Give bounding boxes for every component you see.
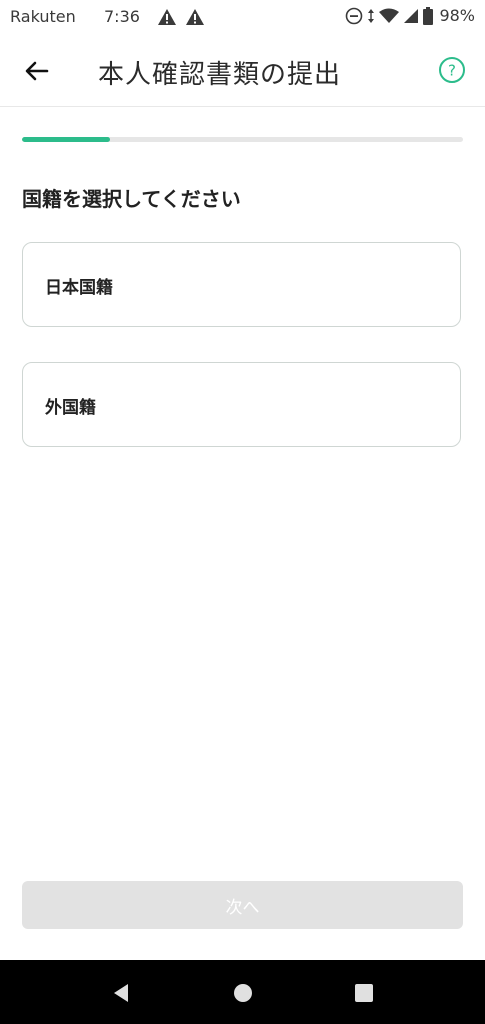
svg-text:?: ? xyxy=(448,62,456,80)
data-arrows-icon xyxy=(367,7,375,25)
page-title: 本人確認書類の提出 xyxy=(98,60,342,90)
battery-percent: 98% xyxy=(439,6,475,25)
do-not-disturb-icon xyxy=(345,7,363,25)
question-circle-icon: ? xyxy=(438,57,466,88)
battery-icon xyxy=(423,6,434,25)
status-bar: Rakuten 7:36 98% xyxy=(0,0,485,34)
carrier-name: Rakuten xyxy=(10,7,76,26)
nav-home-icon[interactable] xyxy=(232,982,254,1008)
nav-recents-icon[interactable] xyxy=(353,982,375,1008)
option-label: 外国籍 xyxy=(45,398,96,418)
warning-icon xyxy=(157,8,177,30)
status-icons: 98% xyxy=(345,6,475,25)
wifi-icon xyxy=(379,8,400,24)
warning-icon xyxy=(185,8,205,30)
app-bar: 本人確認書類の提出 ? xyxy=(0,34,485,107)
cell-signal-icon xyxy=(403,8,419,24)
nationality-prompt: 国籍を選択してください xyxy=(22,187,241,211)
nav-back-icon[interactable] xyxy=(110,982,132,1008)
back-button[interactable] xyxy=(20,54,54,88)
progress-bar xyxy=(22,137,463,142)
status-time: 7:36 xyxy=(104,7,140,26)
progress-fill xyxy=(22,137,111,142)
arrow-left-icon xyxy=(20,61,54,92)
help-button[interactable]: ? xyxy=(438,56,466,84)
system-nav-bar xyxy=(0,960,485,1024)
option-label: 日本国籍 xyxy=(45,278,113,298)
option-japanese-nationality[interactable]: 日本国籍 xyxy=(22,242,461,327)
next-button[interactable]: 次へ xyxy=(22,881,463,929)
option-foreign-nationality[interactable]: 外国籍 xyxy=(22,362,461,447)
